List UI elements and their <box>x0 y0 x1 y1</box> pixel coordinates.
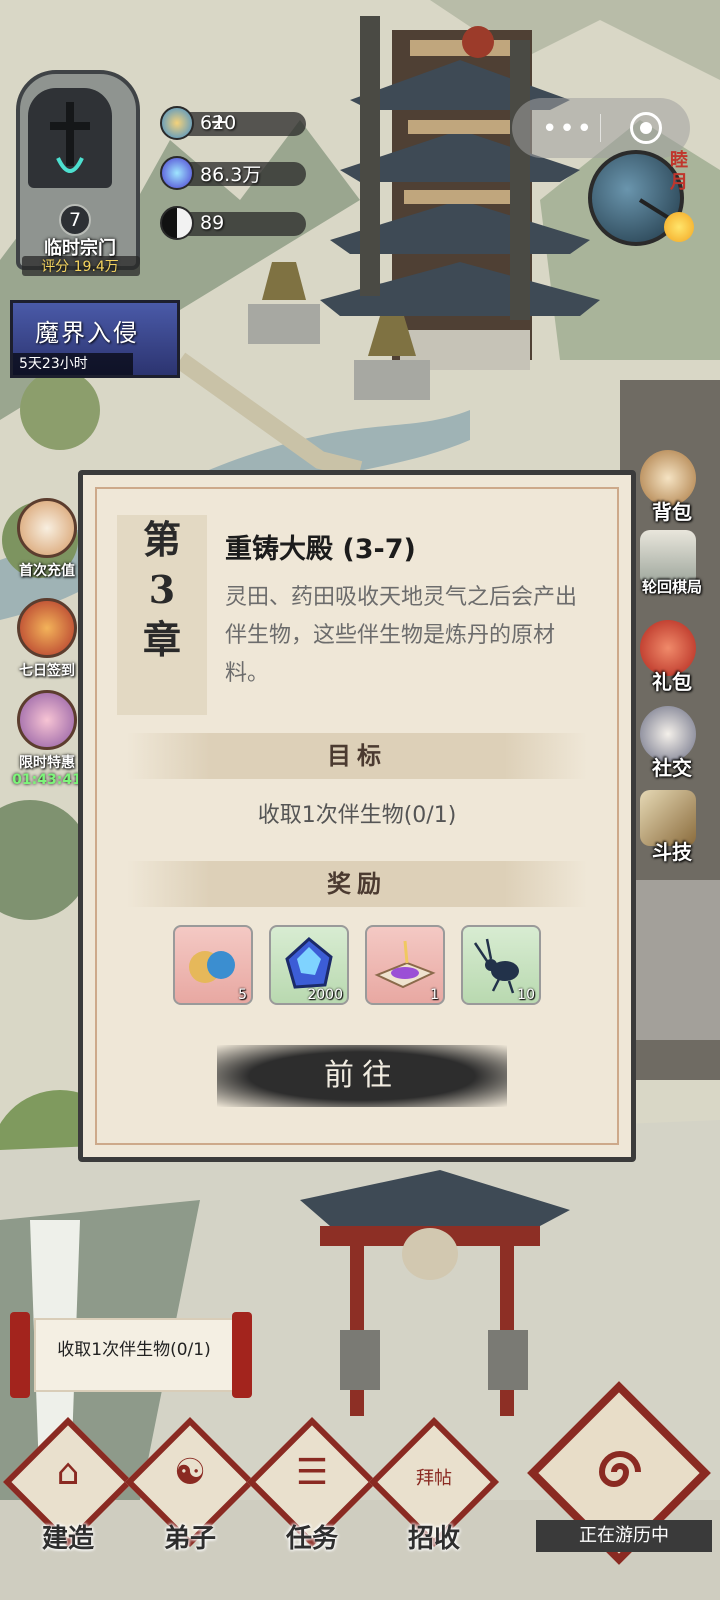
arena-button[interactable]: 斗技 <box>636 790 708 864</box>
nav-label: 建造 <box>41 1524 94 1554</box>
quest-text: 收取1次伴生物(0/1) <box>57 1340 211 1360</box>
side-item-label: 背包 <box>652 500 692 524</box>
capsule-divider <box>600 114 601 142</box>
gift-pack-button[interactable]: 礼包 <box>636 620 708 694</box>
nav-label: 任务 <box>285 1524 338 1554</box>
chapter-char: 第 <box>142 517 181 562</box>
resource-spirit-stone: 86.3万 <box>160 156 306 190</box>
sect-level: 7 <box>59 204 91 236</box>
pavilion-icon: ⌂ <box>56 1452 80 1493</box>
side-item-label: 七日签到 <box>19 663 75 679</box>
side-item-label: 首次充值 <box>19 563 75 579</box>
reward-item[interactable]: 5 <box>173 925 253 1005</box>
chapter-number-tab: 第 3 章 <box>117 515 207 715</box>
resource-value: 89 <box>200 212 225 234</box>
goal-header: 目标 <box>127 733 587 779</box>
nav-recruit[interactable]: 拜帖 招收 <box>368 1416 500 1576</box>
yin-yang-icon <box>160 206 194 240</box>
reward-quantity: 10 <box>517 987 535 1003</box>
sect-score: 评分 19.4万 <box>41 259 119 275</box>
nav-label: 弟子 <box>163 1524 216 1554</box>
side-item-label: 限时特惠 <box>19 755 75 771</box>
reward-quantity: 5 <box>238 987 247 1003</box>
side-item-label: 斗技 <box>652 840 692 864</box>
invitation-card-icon: 拜帖 <box>416 1468 452 1489</box>
calendar-icon <box>17 598 77 658</box>
reward-quantity: 2000 <box>307 987 343 1003</box>
spirit-stone-icon <box>160 156 194 190</box>
reward-header: 奖励 <box>127 861 587 907</box>
scroll-icon: ☰ <box>295 1452 329 1493</box>
mini-program-capsule: ••• <box>512 98 690 158</box>
go-button[interactable]: 前往 <box>217 1045 507 1107</box>
reward-list: 5 2000 1 10 <box>173 925 553 1009</box>
current-quest-scroll[interactable]: 收取1次伴生物(0/1) <box>10 1312 252 1398</box>
chapter-char: 章 <box>142 617 181 662</box>
sun-icon <box>664 212 694 242</box>
limited-offer-icon <box>17 690 77 750</box>
first-recharge-button[interactable]: 首次充值 <box>8 498 86 580</box>
scroll-rod-right <box>232 1312 252 1398</box>
more-options-icon[interactable]: ••• <box>542 114 594 144</box>
disciple-icon: ☯ <box>173 1452 207 1493</box>
reward-quantity: 1 <box>430 987 439 1003</box>
limited-offer-button[interactable]: 限时特惠 01:43:41 <box>8 690 86 788</box>
first-recharge-icon <box>17 498 77 558</box>
reincarnation-chess-button[interactable]: 轮回棋局 <box>636 530 708 604</box>
travel-status-label: 正在游历中 <box>536 1520 712 1552</box>
event-title: 魔界入侵 <box>35 319 139 347</box>
travel-spiral-icon <box>598 1451 641 1487</box>
resource-cloud-token: 620 + <box>160 106 306 140</box>
goal-text: 收取1次伴生物(0/1) <box>257 803 457 828</box>
scroll-rod-left <box>10 1312 30 1398</box>
seven-day-signin-button[interactable]: 七日签到 <box>8 598 86 680</box>
reward-item[interactable]: 2000 <box>269 925 349 1005</box>
backpack-button[interactable]: 背包 <box>636 450 708 524</box>
chapter-char: 3 <box>148 567 176 612</box>
nav-tasks[interactable]: ☰ 任务 <box>246 1416 378 1576</box>
nav-travel[interactable]: 正在游历中 <box>527 1381 720 1572</box>
sect-emblem-icon <box>28 88 112 188</box>
side-item-label: 社交 <box>652 756 692 780</box>
side-item-label: 礼包 <box>652 670 692 694</box>
reward-item[interactable]: 10 <box>461 925 541 1005</box>
resource-bar <box>178 112 306 136</box>
side-item-label: 轮回棋局 <box>641 578 702 596</box>
social-button[interactable]: 社交 <box>636 706 708 780</box>
nav-disciples[interactable]: ☯ 弟子 <box>124 1416 256 1576</box>
event-timer: 5天23小时 <box>13 353 133 375</box>
nav-build[interactable]: ⌂ 建造 <box>2 1416 134 1576</box>
demon-invasion-event-banner[interactable]: 魔界入侵 5天23小时 <box>10 300 180 378</box>
close-mini-program-icon[interactable] <box>630 112 662 144</box>
limited-offer-timer: 01:43:41 <box>12 772 82 788</box>
sect-badge[interactable]: 7 临时宗门 评分 19.4万 <box>8 70 144 282</box>
reward-item[interactable]: 1 <box>365 925 445 1005</box>
add-resource-button[interactable]: + <box>210 110 228 135</box>
resource-bar <box>178 212 306 236</box>
resource-yin-yang: 89 <box>160 206 306 240</box>
nav-label: 招收 <box>407 1524 460 1554</box>
chapter-title: 重铸大殿 (3-7) <box>225 534 416 565</box>
cloud-token-icon <box>160 106 194 140</box>
chapter-description: 灵田、药田吸收天地灵气之后会产出伴生物，这些伴生物是炼丹的原材料。 <box>225 585 578 686</box>
month-label: 睦月 <box>670 150 688 193</box>
resource-value: 86.3万 <box>200 163 262 186</box>
chapter-dialog: 第 3 章 重铸大殿 (3-7) 灵田、药田吸收天地灵气之后会产出伴生物，这些伴… <box>78 470 636 1162</box>
